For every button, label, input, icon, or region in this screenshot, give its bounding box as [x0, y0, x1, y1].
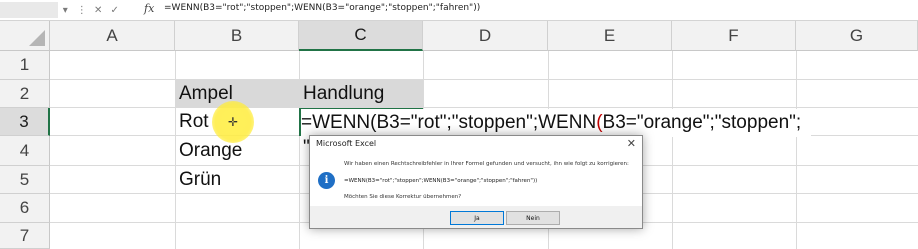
- dialog-title: Microsoft Excel: [316, 139, 377, 148]
- info-icon: i: [318, 172, 335, 189]
- namebox-dropdown-icon[interactable]: ▾: [60, 5, 71, 16]
- dialog-footer: Ja Nein: [310, 206, 642, 228]
- row-header-5[interactable]: 5: [0, 166, 50, 194]
- cell-cursor-icon: ✛: [228, 115, 239, 129]
- cell-c2[interactable]: Handlung: [303, 80, 384, 108]
- gridline: [672, 51, 673, 249]
- no-button[interactable]: Nein: [506, 211, 560, 225]
- more-icon: ⋮: [76, 4, 87, 16]
- row-header-7[interactable]: 7: [0, 223, 50, 249]
- column-header-f[interactable]: F: [672, 21, 796, 51]
- cell-b3[interactable]: Rot: [179, 108, 209, 136]
- formula-bar: ▾ ⋮ ✕ ✓ fx =WENN(B3="rot";"stoppen";WENN…: [0, 0, 918, 21]
- enter-icon[interactable]: ✓: [110, 5, 121, 16]
- column-header-b[interactable]: B: [175, 21, 299, 51]
- row-header-3[interactable]: 3: [0, 108, 50, 136]
- editor-text-part2: B3="orange";"stoppen";: [602, 112, 802, 133]
- gridline: [796, 51, 797, 249]
- formula-bar-controls: ▾ ⋮ ✕ ✓: [60, 2, 120, 18]
- editor-text-part1: =WENN(B3="rot";"stoppen";WENN: [301, 112, 597, 133]
- select-all-corner[interactable]: [0, 21, 50, 51]
- autocorrect-dialog: Microsoft Excel ✕ Wir haben einen Rechts…: [309, 135, 643, 229]
- close-icon[interactable]: ✕: [627, 137, 636, 150]
- column-header-d[interactable]: D: [423, 21, 548, 51]
- name-box[interactable]: [0, 2, 58, 18]
- cell-editor[interactable]: =WENN(B3="rot";"stoppen";WENN(B3="orange…: [301, 109, 812, 137]
- cell-b5[interactable]: Grün: [179, 166, 221, 194]
- cancel-icon[interactable]: ✕: [93, 5, 104, 16]
- column-header-e[interactable]: E: [548, 21, 672, 51]
- column-header-a[interactable]: A: [50, 21, 175, 51]
- cursor-highlight: ✛: [212, 101, 254, 143]
- dialog-message: Wir haben einen Rechtschreibfehler in Ih…: [344, 161, 629, 167]
- excel-window: ▾ ⋮ ✕ ✓ fx =WENN(B3="rot";"stoppen";WENN…: [0, 0, 918, 249]
- insert-function-icon[interactable]: fx: [144, 2, 154, 15]
- column-header-c[interactable]: C: [299, 21, 423, 51]
- formula-input[interactable]: =WENN(B3="rot";"stoppen";WENN(B3="orange…: [164, 3, 480, 13]
- yes-button[interactable]: Ja: [450, 211, 504, 225]
- row-header-6[interactable]: 6: [0, 194, 50, 223]
- row-header-1[interactable]: 1: [0, 51, 50, 80]
- row-header-4[interactable]: 4: [0, 136, 50, 166]
- column-header-g[interactable]: G: [796, 21, 918, 51]
- dialog-question: Möchten Sie diese Korrektur übernehmen?: [344, 194, 462, 200]
- dialog-suggested-formula: =WENN(B3="rot";"stoppen";WENN(B3="orange…: [344, 178, 538, 184]
- row-header-2[interactable]: 2: [0, 80, 50, 108]
- select-all-triangle-icon: [29, 30, 45, 46]
